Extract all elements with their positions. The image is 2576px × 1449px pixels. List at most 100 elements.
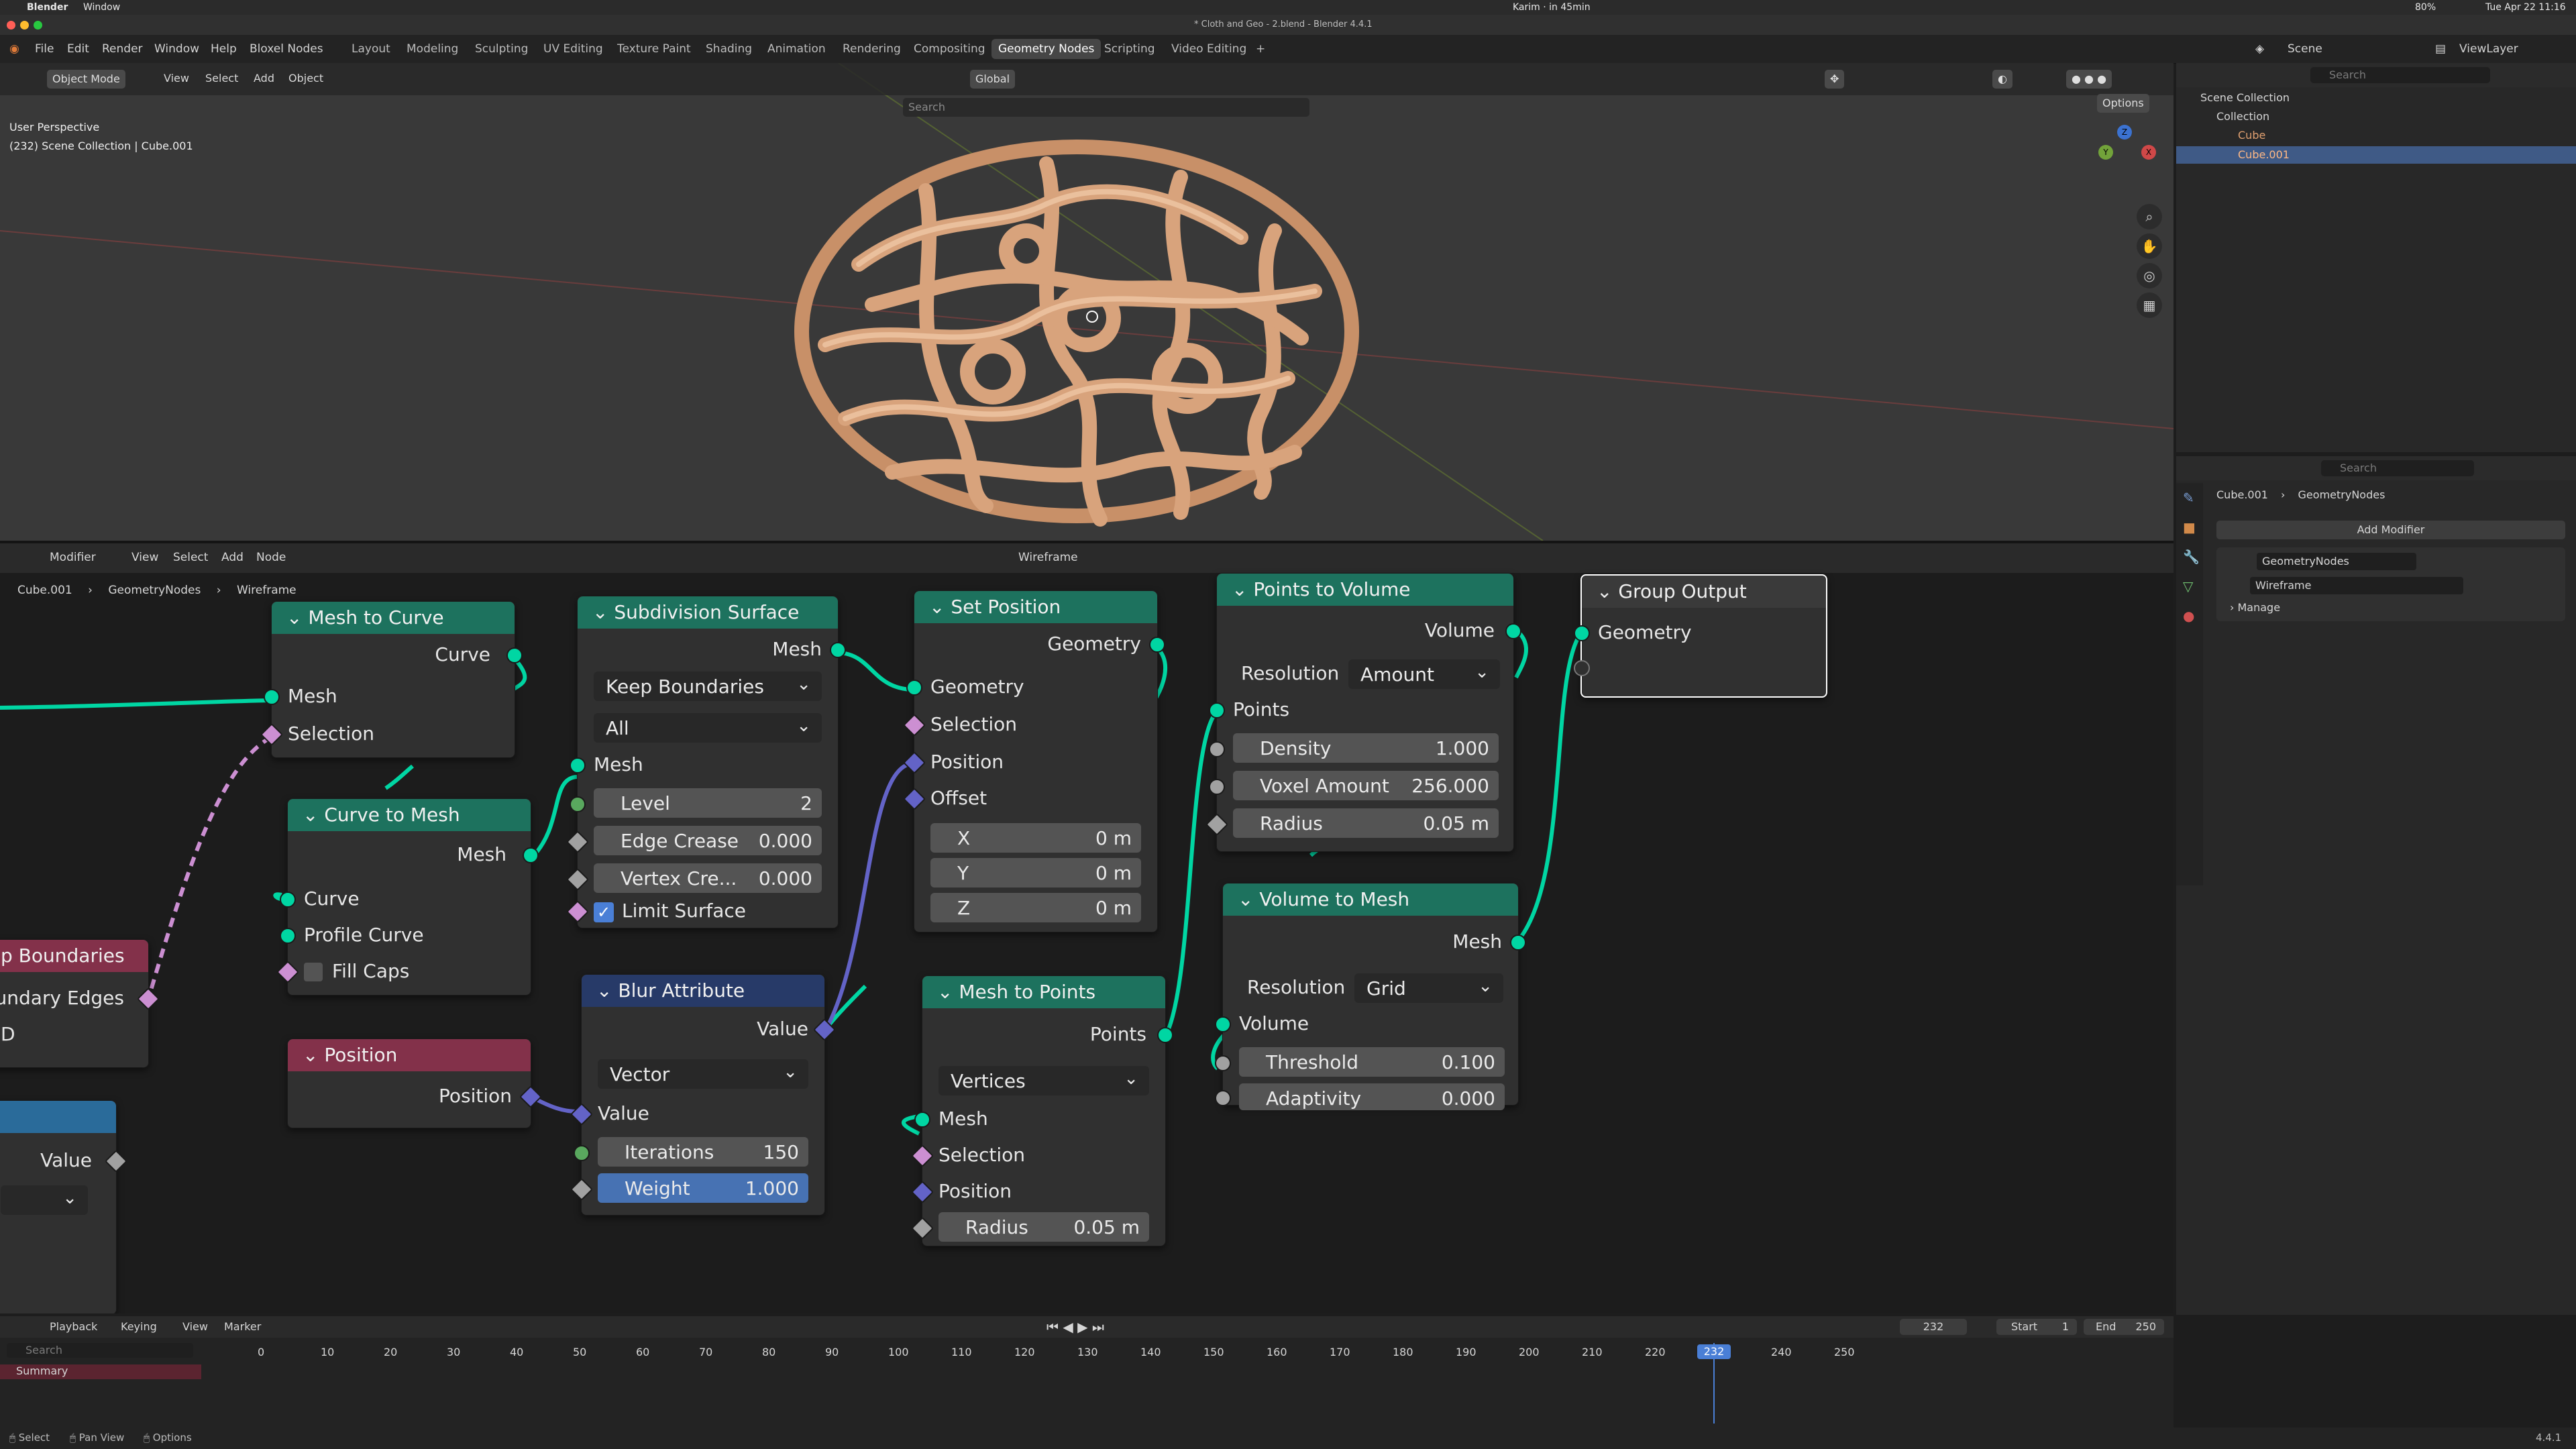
outliner-scene-collection[interactable]: Scene Collection <box>2200 91 2290 104</box>
node-header[interactable]: ⌄ Blur Attribute <box>582 975 824 1007</box>
node-mesh-to-points[interactable]: ⌄ Mesh to Points Points Vertices ⌄ Mesh S… <box>911 975 1173 1246</box>
menu-help[interactable]: Help <box>211 42 237 56</box>
playback-controls[interactable]: ⏮ ◀ ▶ ⏭ <box>1046 1319 1104 1335</box>
input-socket[interactable] <box>1209 779 1225 795</box>
outliner-cube-001[interactable]: Cube.001 <box>2238 148 2290 161</box>
node-position[interactable]: ⌄ Position Position <box>287 1038 542 1128</box>
resolution-mode-dropdown[interactable]: Amount ⌄ <box>1348 659 1500 689</box>
scene-selector[interactable]: Scene <box>2288 42 2322 56</box>
breadcrumb-object[interactable]: Cube.001 <box>2216 488 2268 501</box>
tab-modeling[interactable]: Modeling <box>400 39 465 59</box>
level-field[interactable]: Level 2 <box>594 788 822 818</box>
ortho-grid-icon[interactable]: ▦ <box>2137 292 2162 318</box>
density-field[interactable]: Density 1.000 <box>1233 733 1499 763</box>
modifier-name-field[interactable]: GeometryNodes <box>2257 553 2416 570</box>
summary-channel[interactable]: Summary <box>0 1364 201 1379</box>
viewport-menu-object[interactable]: Object <box>288 72 323 85</box>
vertex-crease-field[interactable]: Vertex Cre... 0.000 <box>594 863 822 893</box>
modifier-tab-icon[interactable]: 🔧 <box>2176 542 2203 572</box>
overlay-icon[interactable]: ◐ <box>1992 70 2012 89</box>
output-socket[interactable] <box>830 642 846 658</box>
input-socket[interactable] <box>574 1145 590 1161</box>
mode-dropdown[interactable]: Vertices ⌄ <box>938 1066 1149 1095</box>
input-socket[interactable] <box>1209 741 1225 757</box>
node-header[interactable]: ⌄ Mesh to Points <box>922 976 1165 1008</box>
empty-socket[interactable] <box>1574 660 1590 676</box>
input-socket[interactable] <box>570 757 586 773</box>
input-socket[interactable] <box>280 892 296 908</box>
input-socket[interactable] <box>914 1112 930 1128</box>
output-socket[interactable] <box>1510 934 1526 951</box>
viewport-menu-select[interactable]: Select <box>205 72 238 85</box>
camera-view-icon[interactable]: ◎ <box>2137 263 2162 288</box>
tab-geometry-nodes[interactable]: Geometry Nodes <box>991 39 1102 59</box>
boundary-smooth-dropdown[interactable]: All ⌄ <box>594 713 822 743</box>
node-subdivision-surface[interactable]: ⌄ Subdivision Surface Mesh Keep Boundari… <box>566 596 846 928</box>
transform-orientation[interactable]: Global <box>970 70 1016 89</box>
node-group-field[interactable]: Wireframe <box>2250 577 2463 594</box>
radius-field[interactable]: Radius 0.05 m <box>938 1212 1149 1242</box>
node-value-partial[interactable]: Value ⌄ <box>0 1100 127 1313</box>
node-header[interactable] <box>0 1101 116 1133</box>
output-socket[interactable] <box>1149 637 1165 653</box>
tab-rendering[interactable]: Rendering <box>836 39 908 59</box>
node-header[interactable]: ⌄ Subdivision Surface <box>578 596 838 629</box>
viewport-menu-view[interactable]: View <box>164 72 189 85</box>
input-socket[interactable] <box>906 680 922 696</box>
menubar-clock[interactable]: Tue Apr 22 11:16 <box>2485 2 2566 13</box>
tab-shading[interactable]: Shading <box>699 39 759 59</box>
timeline-menu-view[interactable]: View <box>182 1320 208 1333</box>
add-modifier-button[interactable]: Add Modifier <box>2216 521 2565 539</box>
viewport-menu-add[interactable]: Add <box>254 72 274 85</box>
breadcrumb-modifier[interactable]: GeometryNodes <box>2298 488 2385 501</box>
node-header[interactable]: ⌄ Curve to Mesh <box>288 799 531 831</box>
outliner-collection[interactable]: Collection <box>2216 110 2269 123</box>
tab-sculpting[interactable]: Sculpting <box>468 39 535 59</box>
menu-render[interactable]: Render <box>102 42 143 56</box>
gizmo-y-axis[interactable]: Y <box>2098 145 2113 160</box>
tab-texture-paint[interactable]: Texture Paint <box>610 39 698 59</box>
timeline-menu-keying[interactable]: Keying <box>121 1320 157 1333</box>
playhead-frame-label[interactable]: 232 <box>1697 1344 1731 1359</box>
node-volume-to-mesh[interactable]: ⌄ Volume to Mesh Mesh Resolution Grid ⌄ V… <box>1215 883 1526 1110</box>
menubar-calendar-status[interactable]: Karim · in 45min <box>1513 2 1591 13</box>
menu-bloxel-nodes[interactable]: Bloxel Nodes <box>250 42 323 56</box>
material-tab-icon[interactable]: ● <box>2176 601 2203 631</box>
input-socket[interactable] <box>1215 1016 1231 1032</box>
tool-tab-icon[interactable]: ✎ <box>2176 483 2203 513</box>
timeline-search-input[interactable]: Search <box>7 1343 193 1358</box>
zoom-icon[interactable]: ⌕ <box>2137 204 2162 229</box>
node-header[interactable]: ⌄ Mesh to Curve <box>272 602 515 634</box>
gizmo-z-axis[interactable]: Z <box>2117 125 2132 140</box>
node-header[interactable]: p Boundaries <box>0 940 148 972</box>
input-socket[interactable] <box>1209 702 1225 718</box>
object-tab-icon[interactable]: ■ <box>2176 513 2203 542</box>
node-editor[interactable]: Modifier View Select Add Node Wireframe … <box>0 543 2174 1313</box>
blender-logo-icon[interactable]: ◉ <box>9 42 19 56</box>
uv-smooth-dropdown[interactable]: Keep Boundaries ⌄ <box>594 672 822 701</box>
node-header[interactable]: ⌄ Group Output <box>1582 576 1826 608</box>
timeline[interactable]: Playback Keying View Marker ⏮ ◀ ▶ ⏭ 232 … <box>0 1316 2174 1428</box>
node-boundaries-partial[interactable]: p Boundaries oundary Edges D <box>0 939 160 1068</box>
limit-surface-checkbox[interactable]: ✓ <box>594 902 614 922</box>
zoom-window-button[interactable] <box>34 21 42 30</box>
node-header[interactable]: ⌄ Points to Volume <box>1217 574 1513 606</box>
close-window-button[interactable] <box>7 21 15 30</box>
resolution-mode-dropdown[interactable]: Grid ⌄ <box>1354 973 1503 1003</box>
input-socket[interactable] <box>1574 625 1590 641</box>
minimize-window-button[interactable] <box>20 21 29 30</box>
timeline-menu-playback[interactable]: Playback <box>50 1320 97 1333</box>
add-workspace-icon[interactable]: + <box>1249 39 1272 59</box>
end-frame-field[interactable]: End 250 <box>2084 1319 2164 1335</box>
outliner-selected-row[interactable]: Cube.001 <box>2176 146 2576 164</box>
3d-viewport[interactable]: Object Mode View Select Add Object Globa… <box>0 63 2174 543</box>
node-group-output[interactable]: ⌄ Group Output Geometry <box>1574 574 1827 698</box>
shading-mode-icon[interactable]: ● ● ● <box>2066 70 2112 89</box>
menubar-window[interactable]: Window <box>83 2 120 13</box>
viewlayer-icon[interactable]: ▤ <box>2435 42 2446 56</box>
input-socket[interactable] <box>570 796 586 812</box>
manage-subpanel[interactable]: › Manage <box>2230 601 2280 614</box>
menubar-app-name[interactable]: Blender <box>27 2 68 13</box>
frame-ruler[interactable]: 0 10 20 30 40 50 60 70 80 90 100 110 120 130 140 150 160… <box>258 1346 1868 1359</box>
tab-compositing[interactable]: Compositing <box>907 39 992 59</box>
